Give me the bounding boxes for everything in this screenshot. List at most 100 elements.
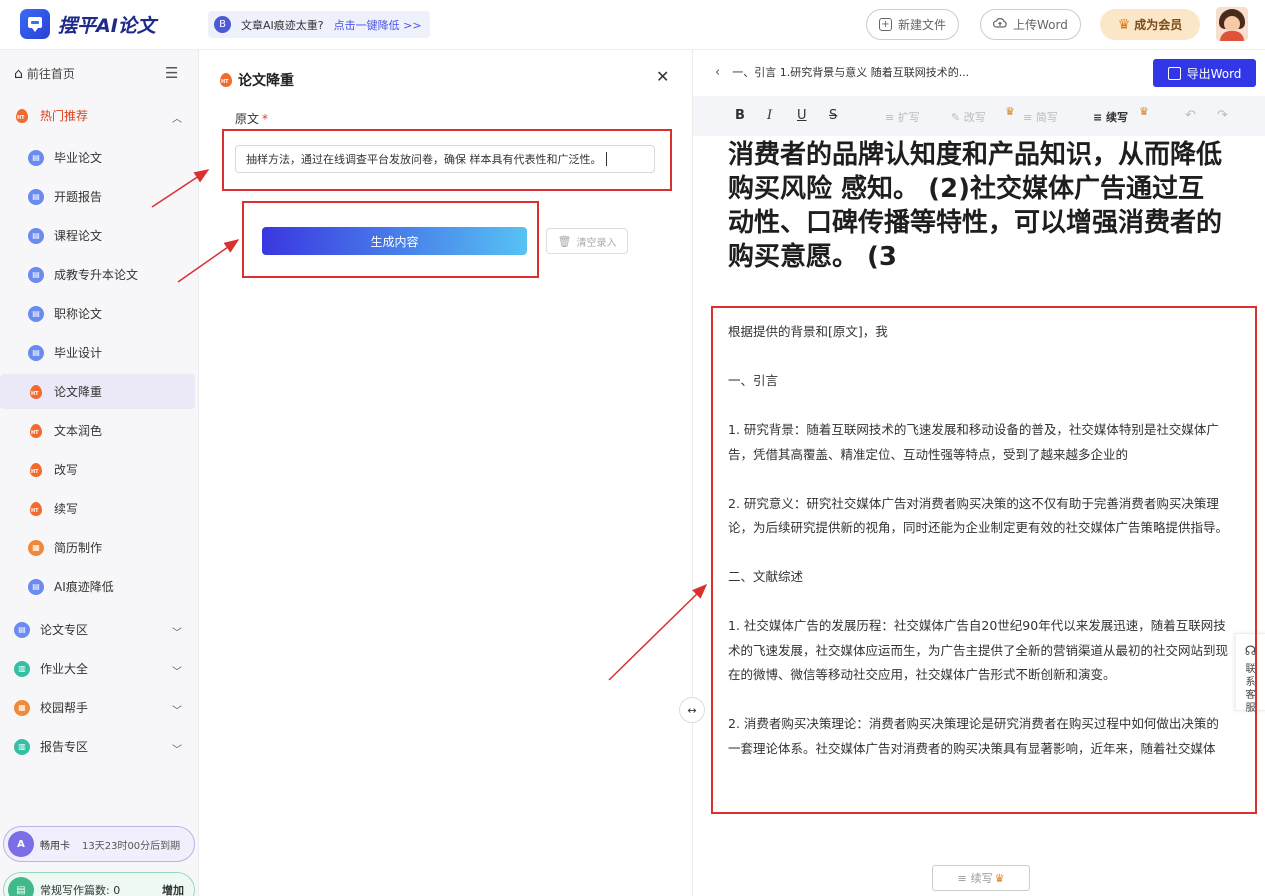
- expand-button[interactable]: ≡ 扩写: [885, 109, 920, 125]
- sidebar-group-hot[interactable]: 热门推荐: [14, 107, 88, 124]
- undo-icon[interactable]: ↶: [1185, 108, 1196, 123]
- sidebar-item-label: 课程论文: [54, 229, 103, 243]
- campus-icon: ▦: [14, 699, 30, 716]
- export-icon: [1167, 66, 1181, 80]
- membership-card-pill[interactable]: A 畅用卡 13天23时00分后到期: [3, 826, 195, 862]
- export-word-button[interactable]: 导出Word: [1153, 59, 1256, 87]
- chevron-down-icon[interactable]: ﹀: [172, 663, 182, 678]
- cloud-upload-icon: [992, 17, 1007, 32]
- expand-label: 扩写: [897, 111, 920, 124]
- new-file-button[interactable]: + 新建文件: [866, 9, 960, 40]
- chevron-down-icon[interactable]: ﹀: [172, 741, 182, 756]
- sidebar-item-label: 论文降重: [54, 385, 103, 399]
- sidebar-item-polish[interactable]: 文本润色: [28, 422, 102, 439]
- flame-icon: [28, 384, 44, 400]
- crown-icon: ♛: [994, 871, 1005, 885]
- home-icon: ⌂: [14, 65, 23, 82]
- underline-button[interactable]: U: [797, 108, 807, 123]
- sidebar-item-resume[interactable]: ▦ 简历制作: [28, 539, 102, 556]
- ai-trace-notice[interactable]: B 文章AI痕迹太重? 点击一键降低 >>: [208, 11, 430, 38]
- card-expire: 13天23时00分后到期: [82, 840, 181, 852]
- flame-icon: [14, 108, 30, 124]
- clear-input-button[interactable]: 🗑 清空录入: [546, 228, 628, 254]
- avatar[interactable]: [1216, 7, 1248, 41]
- collapse-menu-icon[interactable]: ☰: [165, 64, 178, 82]
- sidebar-item-proposal[interactable]: ▤ 开题报告: [28, 188, 102, 205]
- sidebar-item-label: 毕业设计: [54, 346, 103, 360]
- chevron-down-icon[interactable]: ﹀: [172, 624, 182, 639]
- annotation-box: [242, 201, 539, 278]
- sidebar-group-campus[interactable]: ▦ 校园帮手: [14, 699, 88, 716]
- home-link[interactable]: ⌂ 前往首页: [14, 65, 75, 82]
- writing-count-pill: ▤ 常规写作篇数: 0 增加: [3, 872, 195, 896]
- export-label: 导出Word: [1186, 66, 1242, 81]
- source-label-text: 原文: [235, 112, 260, 126]
- upload-word-button[interactable]: 上传Word: [980, 9, 1081, 40]
- shorten-label: 简写: [1035, 111, 1058, 124]
- notice-icon: B: [214, 16, 231, 33]
- resize-handle-icon[interactable]: ↔: [679, 697, 705, 723]
- strike-button[interactable]: S: [829, 108, 837, 123]
- sidebar-group-papers[interactable]: ▤ 论文专区: [14, 621, 88, 638]
- logo-text: 摆平AI论文: [58, 14, 156, 37]
- notice-link[interactable]: 点击一键降低 >>: [334, 17, 422, 33]
- rewrite-button[interactable]: ✎ 改写: [951, 109, 986, 125]
- new-file-label: 新建文件: [898, 18, 947, 32]
- sidebar-group-reports[interactable]: ▥ 报告专区: [14, 738, 88, 755]
- close-icon[interactable]: ✕: [656, 67, 669, 86]
- italic-button[interactable]: I: [767, 108, 772, 123]
- flame-icon: [28, 501, 44, 517]
- home-label: 前往首页: [26, 67, 75, 81]
- breadcrumb: ‹ 一、引言 1.研究背景与意义 随着互联网技术的...: [715, 64, 969, 80]
- chevron-down-icon[interactable]: ﹀: [172, 702, 182, 717]
- sidebar-item-ai-trace[interactable]: ▤ AI痕迹降低: [28, 578, 114, 595]
- sidebar-item-label: 简历制作: [54, 541, 103, 555]
- sidebar-item-continue[interactable]: 续写: [28, 500, 78, 517]
- annotation-box: [222, 129, 672, 191]
- doc-icon: ▤: [14, 621, 30, 638]
- sidebar-item-adult-education[interactable]: ▤ 成教专升本论文: [28, 266, 138, 283]
- document-heading-text[interactable]: 消费者的品牌认知度和产品知识，从而降低购买风险 感知。 (2)社交媒体广告通过互…: [728, 138, 1228, 274]
- bold-button[interactable]: B: [735, 108, 745, 123]
- doc-icon: ▤: [28, 578, 44, 595]
- card-name: 畅用卡: [40, 840, 70, 852]
- logo-icon: [20, 9, 50, 39]
- sidebar-item-rewrite[interactable]: 改写: [28, 461, 78, 478]
- editor-toolbar: B I U S ≡ 扩写 ✎ 改写 ♛ ≡ 简写 ≡ 续写 ♛ ↶ ↷: [693, 96, 1265, 136]
- writing-count: 常规写作篇数: 0: [40, 884, 121, 896]
- redo-icon[interactable]: ↷: [1217, 108, 1228, 123]
- continue-button[interactable]: ≡ 续写: [1093, 109, 1128, 125]
- sidebar-item-label: 续写: [54, 502, 79, 516]
- resume-icon: ▦: [28, 539, 44, 556]
- bottom-continue-button[interactable]: ≡ 续写 ♛: [932, 865, 1030, 891]
- sidebar-item-graduation-thesis[interactable]: ▤ 毕业论文: [28, 149, 102, 166]
- flame-icon: [28, 423, 44, 439]
- doc-icon: ▤: [28, 266, 44, 283]
- shorten-button[interactable]: ≡ 简写: [1023, 109, 1058, 125]
- chevron-up-icon[interactable]: ︿: [172, 110, 182, 125]
- doc-icon: ▤: [28, 149, 44, 166]
- sidebar-group-homework[interactable]: ▥ 作业大全: [14, 660, 88, 677]
- sidebar-item-label: 毕业论文: [54, 151, 103, 165]
- sidebar-item-label: AI痕迹降低: [54, 580, 114, 594]
- sidebar-item-label: 文本润色: [54, 424, 103, 438]
- become-member-button[interactable]: ♛ 成为会员: [1100, 9, 1200, 40]
- crown-icon: ♛: [1117, 16, 1131, 33]
- sidebar-item-label: 开题报告: [54, 190, 103, 204]
- flame-icon: [218, 72, 234, 88]
- top-bar: 摆平AI论文 B 文章AI痕迹太重? 点击一键降低 >> + 新建文件 上传Wo…: [0, 0, 1265, 50]
- sidebar-item-dedup[interactable]: 论文降重: [28, 383, 102, 400]
- flame-icon: [28, 462, 44, 478]
- add-count-button[interactable]: 增加: [162, 882, 184, 896]
- doc-icon: ▤: [28, 344, 44, 361]
- back-chevron-icon[interactable]: ‹: [715, 65, 720, 80]
- panel-title: 论文降重: [218, 70, 294, 90]
- sidebar-item-title-paper[interactable]: ▤ 职称论文: [28, 305, 102, 322]
- logo[interactable]: 摆平AI论文: [20, 9, 156, 39]
- document-icon: ▤: [8, 877, 34, 896]
- sidebar-item-label: 职称论文: [54, 307, 103, 321]
- sidebar: ⌂ 前往首页 ☰ 热门推荐 ︿ ▤ 毕业论文 ▤ 开题报告 ▤ 课程论文 ▤ 成…: [0, 50, 199, 896]
- sidebar-item-course-paper[interactable]: ▤ 课程论文: [28, 227, 102, 244]
- sidebar-group-label: 校园帮手: [40, 701, 89, 715]
- sidebar-item-graduation-design[interactable]: ▤ 毕业设计: [28, 344, 102, 361]
